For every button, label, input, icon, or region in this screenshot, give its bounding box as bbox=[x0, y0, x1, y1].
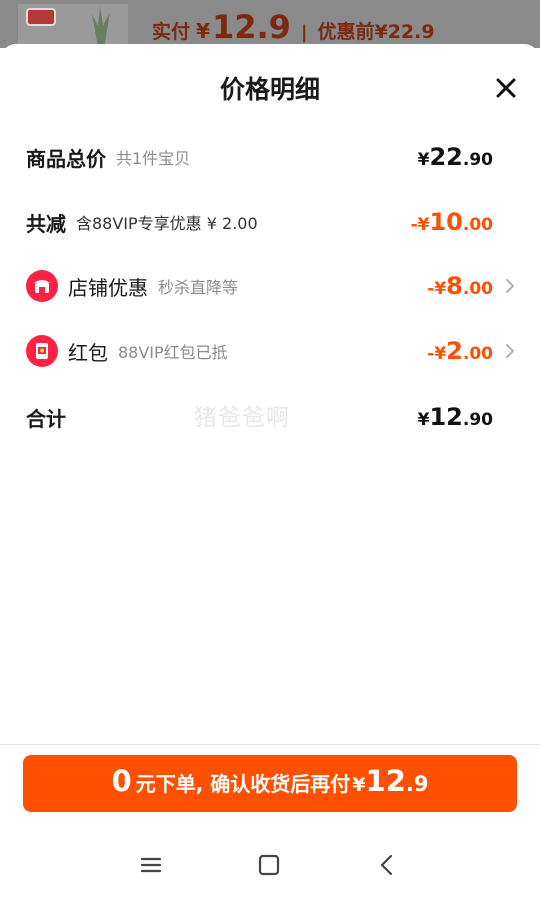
back-button[interactable] bbox=[374, 852, 400, 878]
cta-text: 元下单, 确认收货后再付 bbox=[135, 772, 351, 796]
amount-decimal: .90 bbox=[462, 410, 493, 430]
shop-discount-amount: -¥ 8 .00 bbox=[427, 272, 493, 300]
close-button[interactable] bbox=[494, 76, 518, 100]
negative-currency-symbol: -¥ bbox=[427, 279, 447, 299]
grand-total-amount: ¥ 12 .90 bbox=[418, 403, 493, 431]
red-packet-label: 红包 bbox=[68, 340, 108, 365]
original-price-label: 优惠前¥22.9 bbox=[317, 21, 435, 43]
price-separator: | bbox=[300, 22, 308, 43]
amount-integer: 8 bbox=[446, 272, 463, 300]
negative-currency-symbol: -¥ bbox=[427, 344, 447, 364]
cta-zero: 0 bbox=[111, 764, 132, 798]
amount-integer: 10 bbox=[429, 208, 463, 236]
red-packet-amount: -¥ 2 .00 bbox=[427, 337, 493, 365]
goods-total-label: 商品总价 bbox=[26, 146, 106, 171]
back-icon bbox=[380, 854, 393, 876]
shop-icon bbox=[26, 270, 58, 302]
home-button[interactable] bbox=[256, 852, 282, 878]
watermark-text: 猪爸爸啊 bbox=[194, 405, 290, 431]
brand-logo bbox=[26, 8, 56, 26]
amount-decimal: .00 bbox=[462, 215, 493, 235]
goods-total-amount: ¥ 22 .90 bbox=[418, 143, 493, 171]
amount-integer: 12 bbox=[429, 403, 463, 431]
actual-pay-label: 实付 bbox=[152, 21, 191, 43]
footer-divider bbox=[0, 744, 540, 745]
amount-decimal: .90 bbox=[462, 150, 493, 170]
red-packet-icon bbox=[26, 335, 58, 367]
total-discount-amount: -¥ 10 .00 bbox=[411, 208, 493, 236]
pineapple-leaves-icon bbox=[92, 6, 110, 48]
sheet-title: 价格明细 bbox=[219, 75, 320, 104]
cta-amount-decimal: .9 bbox=[405, 772, 429, 796]
menu-icon bbox=[140, 857, 162, 873]
close-icon bbox=[496, 78, 516, 98]
chevron-right-icon bbox=[506, 344, 514, 358]
actual-pay-currency: ¥ bbox=[196, 19, 210, 43]
total-discount-label: 共减 bbox=[26, 211, 66, 236]
vip-discount-note: 含88VIP专享优惠 ¥ 2.00 bbox=[76, 214, 258, 233]
row-goods-total: 商品总价 共1件宝贝 ¥ 22 .90 bbox=[26, 137, 520, 177]
system-navigation-bar bbox=[0, 840, 540, 890]
amount-integer: 22 bbox=[429, 143, 463, 171]
header-price-summary: 实付 ¥ 12.9 | 优惠前¥22.9 bbox=[152, 8, 435, 46]
amount-integer: 2 bbox=[446, 337, 463, 365]
recent-apps-button[interactable] bbox=[138, 852, 164, 878]
red-packet-note: 88VIP红包已抵 bbox=[118, 343, 228, 362]
goods-count-text: 共1件宝贝 bbox=[116, 149, 191, 168]
place-order-button[interactable]: 0 元下单, 确认收货后再付 ¥ 12 .9 bbox=[23, 755, 517, 812]
row-shop-discount[interactable]: 店铺优惠 秒杀直降等 -¥ 8 .00 bbox=[26, 266, 520, 306]
cta-amount-integer: 12 bbox=[365, 764, 406, 798]
chevron-right-icon bbox=[506, 279, 514, 293]
currency-symbol: ¥ bbox=[417, 410, 430, 430]
home-icon bbox=[258, 854, 280, 876]
cta-currency: ¥ bbox=[352, 774, 366, 796]
shop-discount-note: 秒杀直降等 bbox=[158, 278, 239, 297]
shop-discount-label: 店铺优惠 bbox=[68, 275, 148, 300]
actual-pay-amount: 12.9 bbox=[211, 8, 291, 46]
row-red-packet[interactable]: 红包 88VIP红包已抵 -¥ 2 .00 bbox=[26, 331, 520, 371]
row-total-discount: 共减 含88VIP专享优惠 ¥ 2.00 -¥ 10 .00 bbox=[26, 202, 520, 242]
product-header-strip: 实付 ¥ 12.9 | 优惠前¥22.9 bbox=[0, 0, 540, 48]
amount-decimal: .00 bbox=[462, 279, 493, 299]
grand-total-label: 合计 bbox=[26, 406, 66, 431]
negative-currency-symbol: -¥ bbox=[410, 215, 430, 235]
amount-decimal: .00 bbox=[462, 344, 493, 364]
currency-symbol: ¥ bbox=[417, 150, 430, 170]
